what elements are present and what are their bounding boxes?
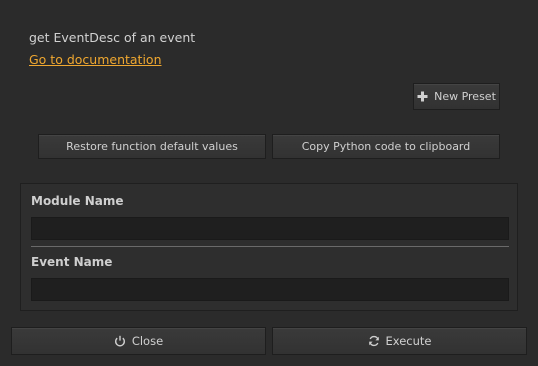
power-icon <box>114 335 126 347</box>
refresh-icon <box>368 335 380 347</box>
new-preset-button[interactable]: New Preset <box>413 83 500 110</box>
new-preset-label: New Preset <box>434 90 496 103</box>
function-description: get EventDesc of an event <box>29 30 196 45</box>
execute-button[interactable]: Execute <box>272 327 527 355</box>
field-divider <box>31 246 509 247</box>
close-label: Close <box>131 334 164 348</box>
dialog: get EventDesc of an event Go to document… <box>0 0 538 366</box>
event-name-label: Event Name <box>31 255 113 269</box>
parameters-panel: Module Name Event Name <box>20 183 518 311</box>
event-name-input[interactable] <box>31 278 509 301</box>
restore-defaults-button[interactable]: Restore function default values <box>38 134 266 159</box>
module-name-input[interactable] <box>31 217 509 240</box>
copy-python-code-label: Copy Python code to clipboard <box>301 140 471 153</box>
copy-python-code-button[interactable]: Copy Python code to clipboard <box>272 134 500 159</box>
plus-icon <box>417 91 428 102</box>
close-button[interactable]: Close <box>11 327 266 355</box>
execute-label: Execute <box>385 334 432 348</box>
module-name-label: Module Name <box>31 194 124 208</box>
restore-defaults-label: Restore function default values <box>66 140 238 153</box>
documentation-link[interactable]: Go to documentation <box>29 52 162 67</box>
